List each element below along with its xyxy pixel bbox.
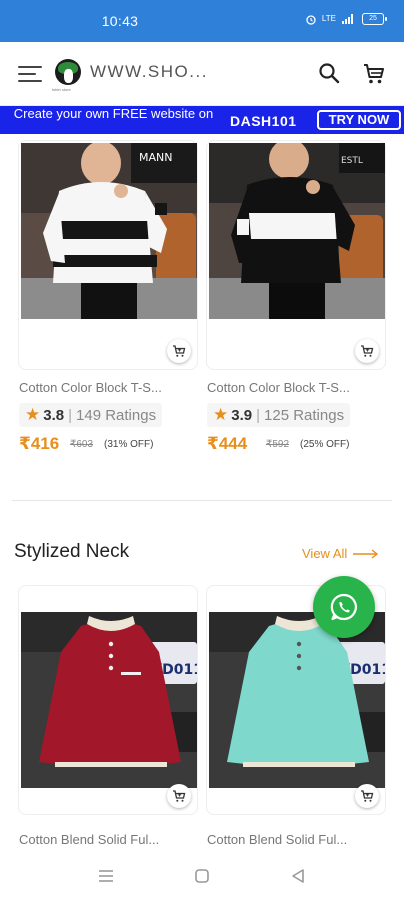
add-to-cart-button[interactable]	[167, 339, 191, 363]
app-header: tshirt store WWW.SHO...	[0, 42, 404, 106]
menu-icon[interactable]	[18, 66, 42, 84]
svg-text:ESTL: ESTL	[341, 156, 363, 166]
logo-subtext: tshirt store	[52, 87, 71, 92]
search-icon[interactable]	[318, 62, 340, 84]
product-discount: (25% OFF)	[300, 439, 350, 450]
promo-code: DASH101	[230, 113, 297, 129]
rating-badge: ★ 3.8 | 149 Ratings	[19, 403, 163, 427]
rating-value: 3.8	[43, 406, 65, 424]
back-button[interactable]	[288, 866, 308, 886]
product-image[interactable]: YD011	[21, 612, 197, 788]
product-title[interactable]: Cotton Color Block T-S...	[19, 380, 162, 395]
product-image[interactable]: MANN	[21, 143, 197, 319]
product-image[interactable]: YD011	[209, 612, 385, 788]
product-card[interactable]: YD011	[18, 585, 198, 815]
section-title: Stylized Neck	[14, 541, 130, 562]
status-time: 10:43	[101, 13, 139, 29]
add-to-cart-button[interactable]	[167, 784, 191, 808]
battery-icon: 25	[362, 13, 387, 25]
add-to-cart-icon	[173, 790, 186, 802]
product-mrp: ₹603	[70, 439, 94, 450]
try-now-button[interactable]: TRY NOW	[317, 110, 401, 130]
view-all-label: View All	[302, 546, 348, 561]
add-to-cart-icon	[361, 790, 374, 802]
product-title[interactable]: Cotton Blend Solid Ful...	[207, 832, 347, 847]
whatsapp-icon	[330, 593, 357, 621]
add-to-cart-icon	[173, 345, 186, 357]
view-all-link[interactable]: View All	[302, 546, 379, 561]
promo-text: Create your own FREE website on	[13, 106, 214, 121]
product-discount: (31% OFF)	[104, 439, 154, 450]
product-mrp: ₹592	[266, 439, 290, 450]
product-card[interactable]: MANN	[18, 140, 198, 370]
back-icon	[292, 869, 304, 883]
product-title[interactable]: Cotton Color Block T-S...	[207, 380, 350, 395]
ratings-count: 125 Ratings	[264, 406, 345, 424]
cart-icon[interactable]	[362, 62, 386, 86]
add-to-cart-icon	[361, 345, 374, 357]
section-divider	[12, 500, 392, 501]
star-icon: ★	[213, 405, 229, 424]
product-card[interactable]: ESTL	[206, 140, 386, 370]
add-to-cart-button[interactable]	[355, 339, 379, 363]
site-logo[interactable]	[55, 59, 81, 85]
home-button[interactable]	[192, 866, 212, 886]
product-price: ₹416	[19, 434, 60, 453]
ratings-count: 149 Ratings	[76, 406, 157, 424]
promo-banner: Create your own FREE website on DASH101 …	[0, 106, 404, 134]
product-price: ₹444	[207, 434, 248, 453]
star-icon: ★	[25, 405, 41, 424]
arrow-right-icon	[353, 548, 379, 559]
svg-text:MANN: MANN	[139, 151, 172, 164]
rating-badge: ★ 3.9 | 125 Ratings	[207, 403, 351, 427]
system-nav-bar	[0, 852, 404, 900]
site-name[interactable]: WWW.SHO...	[90, 62, 208, 82]
status-bar: 10:43 LTE 25	[0, 0, 404, 42]
add-to-cart-button[interactable]	[355, 784, 379, 808]
screen: 10:43 LTE 25 tshirt store WWW.SHO... Cre…	[0, 0, 404, 900]
home-icon	[195, 869, 209, 883]
product-title[interactable]: Cotton Blend Solid Ful...	[19, 832, 159, 847]
alarm-icon	[306, 14, 316, 25]
status-icons: LTE 25	[306, 13, 387, 25]
battery-level: 25	[369, 15, 377, 22]
recents-button[interactable]	[96, 866, 116, 886]
signal-icon	[342, 14, 353, 24]
recents-icon	[99, 870, 113, 882]
rating-value: 3.9	[231, 406, 253, 424]
network-label: LTE	[321, 14, 336, 23]
whatsapp-button[interactable]	[313, 576, 375, 638]
product-image[interactable]: ESTL	[209, 143, 385, 319]
